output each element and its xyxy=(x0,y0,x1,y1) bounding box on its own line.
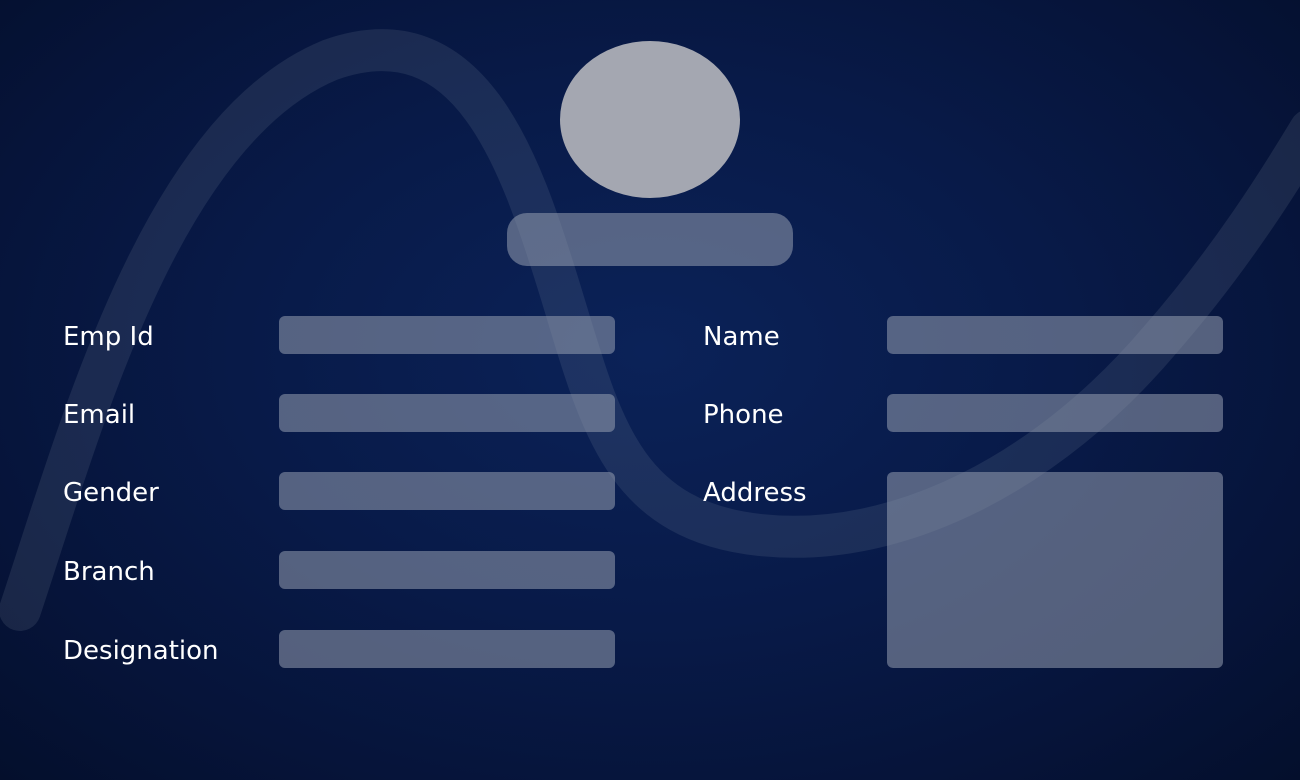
email-input[interactable] xyxy=(279,394,615,432)
gender-input[interactable] xyxy=(279,472,615,510)
profile-name-display xyxy=(507,213,793,266)
designation-label: Designation xyxy=(63,636,219,666)
phone-input[interactable] xyxy=(887,394,1223,432)
name-label: Name xyxy=(703,322,780,352)
branch-input[interactable] xyxy=(279,551,615,589)
avatar-placeholder-icon[interactable] xyxy=(560,41,740,198)
email-label: Email xyxy=(63,400,136,430)
phone-label: Phone xyxy=(703,400,784,430)
address-label: Address xyxy=(703,478,807,508)
emp-id-input[interactable] xyxy=(279,316,615,354)
branch-label: Branch xyxy=(63,557,155,587)
address-textarea[interactable] xyxy=(887,472,1223,668)
designation-input[interactable] xyxy=(279,630,615,668)
emp-id-label: Emp Id xyxy=(63,322,154,352)
gender-label: Gender xyxy=(63,478,159,508)
name-input[interactable] xyxy=(887,316,1223,354)
